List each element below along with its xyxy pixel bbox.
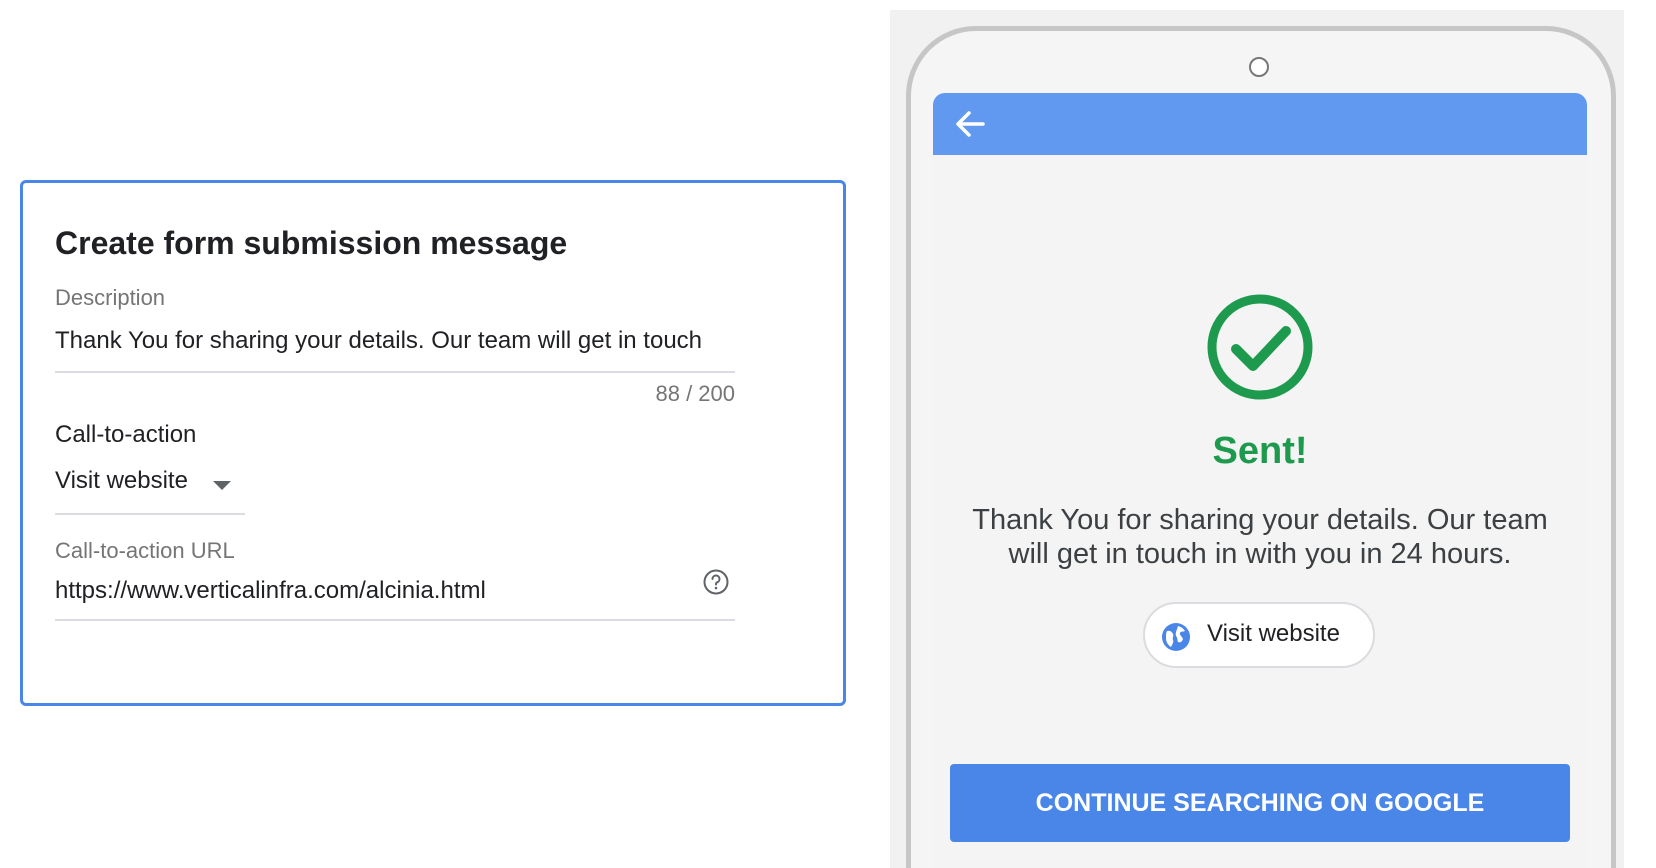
call-to-action-url-underline xyxy=(55,619,735,621)
visit-website-label: Visit website xyxy=(1207,620,1340,647)
description-underline xyxy=(55,371,735,373)
call-to-action-underline xyxy=(55,513,245,515)
call-to-action-url-input[interactable] xyxy=(55,571,655,611)
call-to-action-dropdown[interactable]: Visit website xyxy=(55,463,245,519)
continue-searching-button[interactable]: CONTINUE SEARCHING ON GOOGLE xyxy=(950,764,1570,842)
visit-website-button[interactable]: Visit website xyxy=(1143,602,1375,668)
sent-title: Sent! xyxy=(1212,430,1308,472)
preview-app-bar xyxy=(933,93,1587,155)
check-circle-icon xyxy=(1205,292,1315,402)
form-submission-card: Create form submission message Descripti… xyxy=(20,180,846,706)
description-input[interactable] xyxy=(55,321,735,361)
page: Create form submission message Descripti… xyxy=(0,0,1656,868)
dropdown-arrow-icon xyxy=(213,481,231,490)
form-title: Create form submission message xyxy=(55,225,568,261)
globe-icon xyxy=(1161,622,1191,652)
character-counter: 88 / 200 xyxy=(655,381,735,406)
call-to-action-selected-value: Visit website xyxy=(55,467,188,494)
call-to-action-label: Call-to-action xyxy=(55,421,197,448)
confirmation-message: Thank You for sharing your details. Our … xyxy=(972,504,1548,570)
call-to-action-url-label: Call-to-action URL xyxy=(55,538,235,563)
arrow-back-icon[interactable] xyxy=(953,107,987,141)
phone-camera xyxy=(1249,57,1269,77)
help-circle-icon[interactable] xyxy=(703,569,729,595)
description-label: Description xyxy=(55,285,166,310)
